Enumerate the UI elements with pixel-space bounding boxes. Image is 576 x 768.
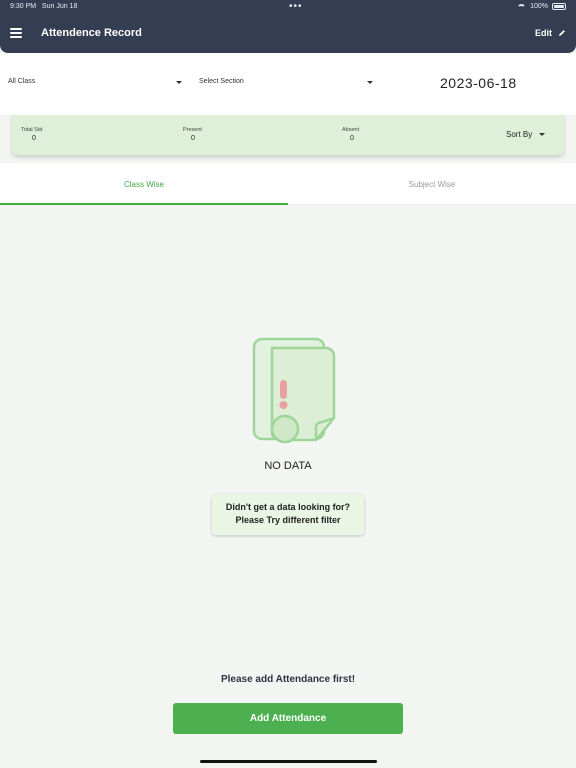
stat-present-value: 0 (191, 135, 195, 142)
add-attendance-button[interactable]: Add Attendance (173, 703, 403, 734)
pencil-icon (559, 30, 565, 36)
class-dropdown-label: All Class (8, 78, 36, 85)
page-title: Attendence Record (41, 27, 142, 39)
edit-button[interactable]: Edit (535, 28, 566, 38)
sort-by-button[interactable]: Sort By (506, 130, 545, 139)
chevron-down-icon (539, 133, 545, 136)
tab-subject-wise[interactable]: Subject Wise (288, 163, 576, 205)
section-dropdown[interactable]: Select Section (199, 78, 373, 85)
stat-total-value: 0 (32, 135, 36, 142)
section-dropdown-label: Select Section (199, 78, 244, 85)
filter-bar: All Class Select Section 2023-06-18 (0, 53, 576, 115)
battery-icon (552, 3, 566, 10)
sort-by-label: Sort By (506, 130, 533, 139)
home-indicator[interactable] (200, 760, 377, 763)
stat-total: Total Std 0 (21, 127, 42, 142)
battery-percent: 100% (530, 3, 548, 10)
status-bar: 9:30 PM Sun Jun 18 ••• 100% (10, 1, 566, 13)
stats-summary: Total Std 0 Present 0 Absent 0 Sort By (12, 115, 564, 155)
wifi-icon (517, 3, 527, 10)
hint-line-2: Please Try different filter (235, 515, 341, 525)
no-data-title: NO DATA (264, 460, 312, 472)
date-picker[interactable]: 2023-06-18 (440, 75, 517, 91)
stat-present: Present 0 (183, 127, 202, 142)
class-dropdown[interactable]: All Class (8, 78, 182, 85)
app-header: 9:30 PM Sun Jun 18 ••• 100% Attendence R… (0, 0, 576, 53)
status-right: 100% (517, 3, 566, 10)
stat-absent: Absent 0 (342, 127, 359, 142)
stat-absent-value: 0 (350, 135, 354, 142)
multitask-dots-icon[interactable]: ••• (289, 1, 303, 12)
edit-label: Edit (535, 28, 552, 38)
footer-message: Please add Attendance first! (220, 674, 356, 685)
stat-present-label: Present (183, 127, 202, 133)
hint-card: Didn't get a data looking for? Please Tr… (212, 494, 364, 535)
status-date: Sun Jun 18 (41, 3, 78, 10)
hamburger-menu-icon[interactable] (10, 28, 22, 38)
status-time: 9:30 PM Sun Jun 18 (10, 3, 77, 10)
stat-total-label: Total Std (21, 127, 43, 133)
view-tabs: Class Wise Subject Wise (0, 163, 576, 205)
empty-document-icon (252, 337, 336, 444)
chevron-down-icon (367, 81, 373, 84)
status-time-text: 9:30 PM (10, 3, 37, 10)
stat-absent-label: Absent (342, 127, 360, 133)
chevron-down-icon (176, 81, 182, 84)
tab-class-wise[interactable]: Class Wise (0, 163, 288, 205)
hint-line-1: Didn't get a data looking for? (225, 502, 351, 512)
